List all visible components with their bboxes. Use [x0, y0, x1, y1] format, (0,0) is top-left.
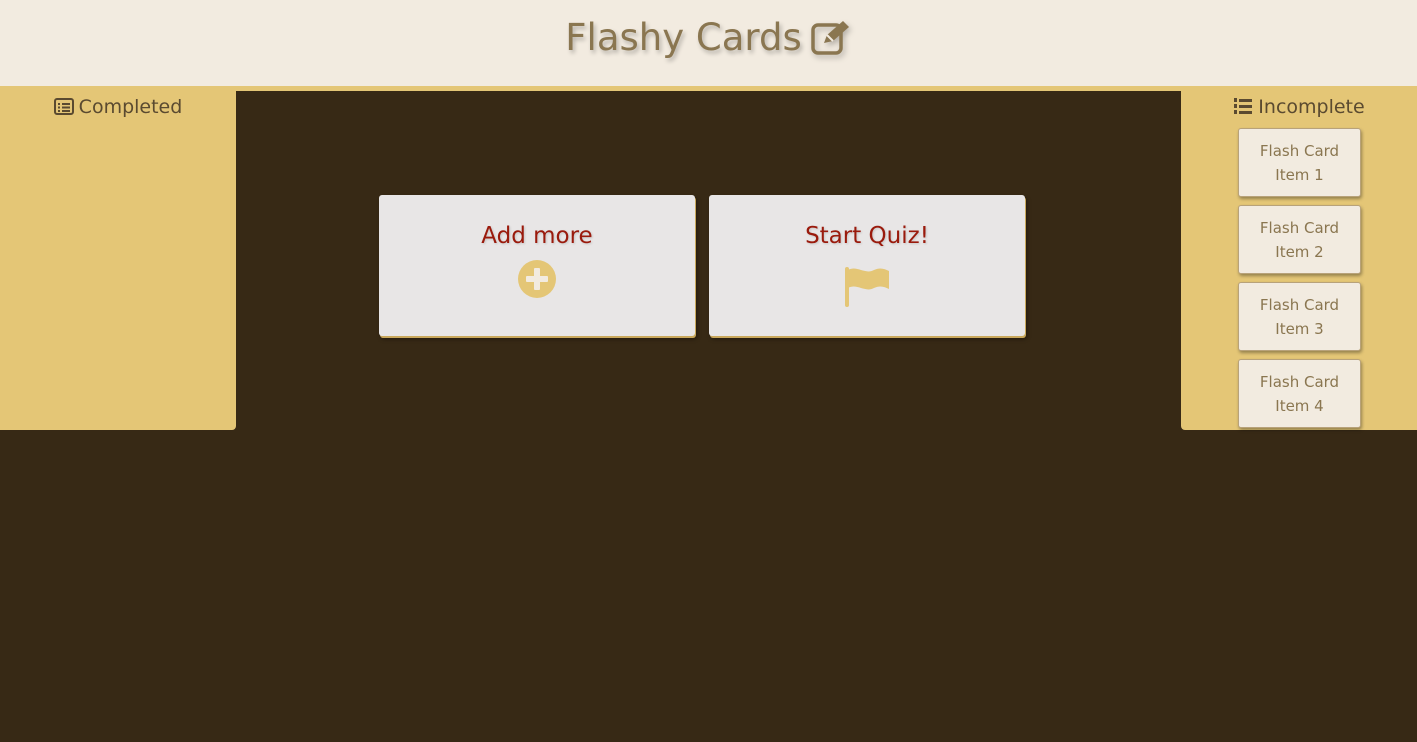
page-title-text: Flashy Cards [565, 16, 802, 59]
flash-card-item[interactable]: Flash Card Item 1 [1238, 128, 1361, 197]
completed-heading-label: Completed [78, 96, 183, 118]
start-quiz-button[interactable]: Start Quiz! [709, 195, 1025, 336]
flash-card-item-label: Flash Card Item 1 [1259, 141, 1340, 184]
edit-icon [810, 20, 849, 55]
start-quiz-icon-wrap [709, 265, 1025, 313]
page-title: Flashy Cards [0, 14, 1417, 59]
list-alt-icon [53, 98, 74, 115]
completed-sidebar: Completed [0, 86, 236, 430]
top-border-strip [236, 86, 1181, 91]
completed-heading: Completed [0, 96, 236, 118]
flag-icon [845, 267, 889, 307]
add-more-icon-wrap [379, 259, 695, 303]
flash-card-item-label: Flash Card Item 4 [1259, 372, 1340, 415]
flash-card-item-label: Flash Card Item 3 [1259, 295, 1340, 338]
header: Flashy Cards [0, 0, 1417, 86]
flash-card-item[interactable]: Flash Card Item 4 [1238, 359, 1361, 428]
incomplete-heading-label: Incomplete [1258, 96, 1365, 118]
flash-card-item-label: Flash Card Item 2 [1259, 218, 1340, 261]
add-more-label: Add more [481, 223, 593, 249]
list-ol-icon [1234, 98, 1253, 114]
add-more-button[interactable]: Add more [379, 195, 695, 336]
incomplete-list: Flash Card Item 1 Flash Card Item 2 Flas… [1238, 128, 1361, 436]
start-quiz-label: Start Quiz! [805, 223, 929, 249]
flash-card-item[interactable]: Flash Card Item 3 [1238, 282, 1361, 351]
incomplete-sidebar: Incomplete Flash Card Item 1 Flash Card … [1181, 86, 1417, 430]
incomplete-heading: Incomplete [1181, 96, 1417, 118]
plus-circle-icon [518, 260, 556, 298]
flash-card-item[interactable]: Flash Card Item 2 [1238, 205, 1361, 274]
